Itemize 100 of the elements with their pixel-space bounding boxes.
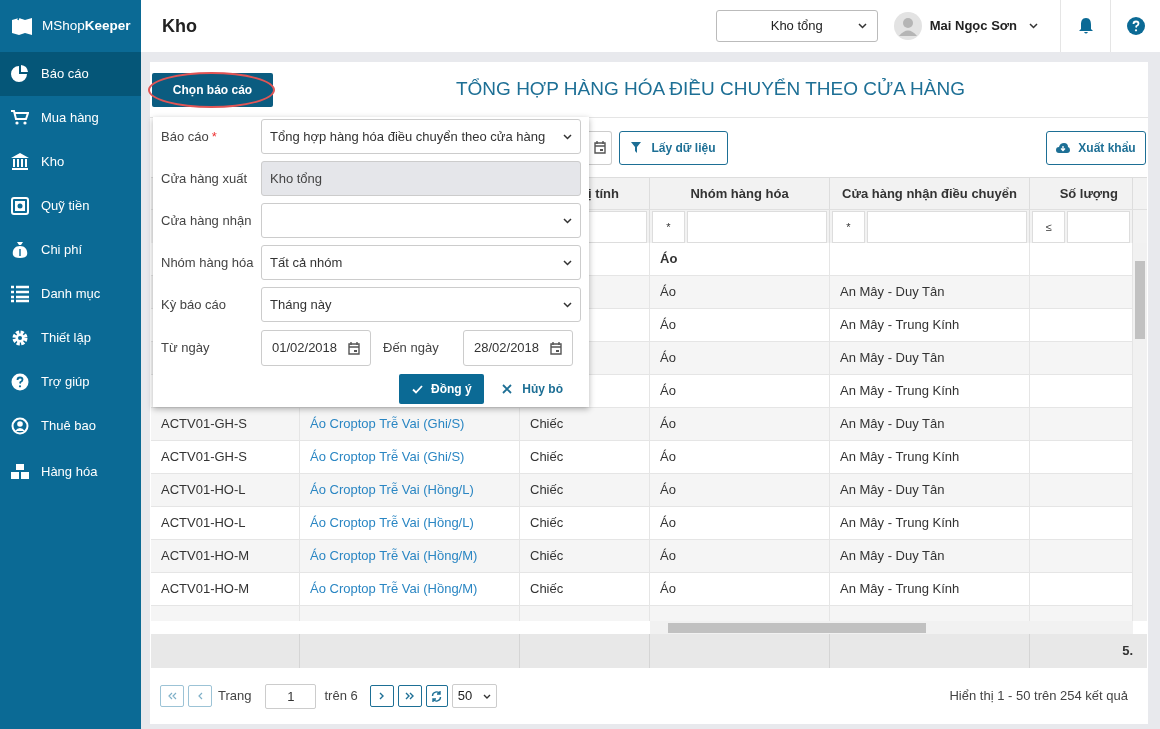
report-title: TỔNG HỢP HÀNG HÓA ĐIỀU CHUYỂN THEO CỬA HÀNG bbox=[455, 77, 966, 102]
filter-operator[interactable]: * bbox=[652, 211, 685, 243]
safe-icon bbox=[11, 197, 29, 215]
first-page-button[interactable] bbox=[160, 685, 184, 707]
table-cell-text: Chiếc bbox=[530, 580, 564, 599]
vertical-scrollbar[interactable] bbox=[1133, 243, 1147, 621]
field-label: Nhóm hàng hóa bbox=[161, 253, 255, 272]
confirm-button[interactable]: Đồng ý bbox=[399, 374, 485, 404]
user-menu[interactable]: Mai Ngọc Sơn bbox=[929, 16, 1038, 36]
table-cell-text: ACTV01-GH-S bbox=[161, 415, 247, 434]
table-cell-text: An Mây - Duy Tân bbox=[840, 415, 945, 434]
notification-bell-icon[interactable] bbox=[1077, 17, 1094, 35]
sidebar-item[interactable]: Trợ giúp bbox=[0, 360, 141, 404]
table-cell-text: Áo bbox=[660, 250, 678, 269]
sidebar-item[interactable]: Mua hàng bbox=[0, 96, 141, 140]
column-header: Cửa hàng nhận điều chuyển bbox=[842, 184, 1017, 203]
avatar-icon bbox=[893, 12, 922, 40]
product-link[interactable]: Áo Croptop Trễ Vai (Hồng/M) bbox=[310, 546, 478, 566]
table-cell-text: ACTV01-GH-S bbox=[161, 448, 247, 467]
table-cell-text: Áo bbox=[660, 547, 676, 566]
table-cell-text: Chiếc bbox=[530, 415, 564, 434]
field-label: Kỳ báo cáo bbox=[161, 295, 228, 314]
table-cell-text: ACTV01-HO-L bbox=[161, 481, 246, 500]
fetch-data-button[interactable]: Lấy dữ liệu bbox=[619, 130, 728, 165]
table-cell-text: Áo bbox=[660, 316, 676, 335]
select-dropdown[interactable]: Tháng này bbox=[261, 287, 581, 322]
settings-icon bbox=[11, 329, 29, 347]
sidebar-item[interactable]: Thuê bao bbox=[0, 404, 141, 448]
table-cell-text: Chiếc bbox=[530, 481, 564, 500]
close-icon bbox=[502, 384, 513, 394]
boxes-icon bbox=[11, 463, 29, 481]
store-dropdown[interactable]: Kho tổng bbox=[715, 10, 878, 42]
cloud-download-icon bbox=[1056, 142, 1071, 153]
cancel-button[interactable]: Hủy bỏ bbox=[502, 374, 563, 404]
refresh-button[interactable] bbox=[425, 685, 448, 707]
double-chevron-right-icon bbox=[405, 692, 415, 700]
help-icon[interactable] bbox=[1126, 17, 1145, 35]
total-cell-text: 5. bbox=[1121, 642, 1133, 661]
table-cell-text: Chiếc bbox=[530, 547, 564, 566]
table-cell-text: An Mây - Duy Tân bbox=[840, 283, 945, 302]
product-link[interactable]: Áo Croptop Trễ Vai (Hồng/L) bbox=[310, 513, 474, 533]
table-cell-text: An Mây - Trung Kính bbox=[840, 580, 960, 599]
sidebar-item[interactable]: Quỹ tiền bbox=[0, 184, 141, 228]
table-cell-text: An Mây - Duy Tân bbox=[840, 349, 945, 368]
table-cell-text: Áo bbox=[660, 580, 676, 599]
column-header: Nhóm hàng hóa bbox=[690, 184, 789, 203]
app-logo-text: MShopKeeper bbox=[42, 16, 131, 35]
field-label: Cửa hàng xuất bbox=[161, 169, 249, 188]
product-link[interactable]: Áo Croptop Trễ Vai (Ghi/S) bbox=[310, 414, 465, 434]
page-label: Trang bbox=[218, 687, 252, 706]
product-link[interactable]: Áo Croptop Trễ Vai (Hồng/M) bbox=[310, 579, 478, 599]
double-chevron-left-icon bbox=[167, 692, 177, 700]
field-label: Đến ngày bbox=[383, 339, 440, 358]
chevron-down-icon bbox=[857, 23, 867, 29]
sidebar-item[interactable]: Báo cáo bbox=[0, 52, 141, 96]
horizontal-scrollbar[interactable] bbox=[650, 621, 1133, 634]
page-number-field[interactable]: 1 bbox=[265, 683, 317, 709]
check-icon bbox=[412, 384, 423, 394]
sidebar-item[interactable]: Danh mục bbox=[0, 272, 141, 316]
refresh-icon bbox=[431, 690, 443, 702]
previous-page-button[interactable] bbox=[188, 685, 212, 707]
choose-report-button[interactable]: Chọn báo cáo bbox=[152, 72, 273, 107]
calendar-icon bbox=[348, 341, 360, 355]
export-button[interactable]: Xuất khẩu bbox=[1046, 130, 1146, 165]
page-title: Kho bbox=[162, 14, 197, 38]
filter-icon bbox=[631, 142, 642, 153]
table-cell-text: An Mây - Trung Kính bbox=[840, 316, 960, 335]
select-dropdown[interactable] bbox=[261, 203, 581, 238]
date-field[interactable]: 01/02/2018 bbox=[261, 330, 371, 366]
pie-chart-icon bbox=[11, 65, 29, 83]
table-cell-text: Áo bbox=[660, 349, 676, 368]
filter-operator[interactable]: * bbox=[832, 211, 865, 243]
next-page-button[interactable] bbox=[369, 685, 394, 707]
last-page-button[interactable] bbox=[397, 685, 422, 707]
table-cell-text: ACTV01-HO-L bbox=[161, 514, 246, 533]
filter-field[interactable] bbox=[867, 211, 1027, 243]
date-field[interactable]: 28/02/2018 bbox=[463, 330, 573, 366]
product-link[interactable]: Áo Croptop Trễ Vai (Hồng/L) bbox=[310, 480, 474, 500]
field-label: Cửa hàng nhận bbox=[161, 211, 253, 230]
filter-field[interactable] bbox=[1067, 211, 1130, 243]
chevron-down-icon bbox=[482, 693, 491, 699]
product-link[interactable]: Áo Croptop Trễ Vai (Ghi/S) bbox=[310, 447, 465, 467]
calendar-icon bbox=[550, 341, 562, 355]
sidebar-item[interactable]: Thiết lập bbox=[0, 316, 141, 360]
sidebar-item[interactable]: Chi phí bbox=[0, 228, 141, 272]
chevron-down-icon bbox=[563, 133, 572, 140]
page-size-dropdown[interactable]: 50 bbox=[451, 684, 497, 708]
field-label: Từ ngày bbox=[161, 339, 211, 358]
filter-operator[interactable]: ≤ bbox=[1032, 211, 1065, 243]
table-cell-text: An Mây - Duy Tân bbox=[840, 547, 945, 566]
chevron-down-icon bbox=[563, 301, 572, 308]
table-cell-text: Áo bbox=[660, 415, 676, 434]
sidebar-item[interactable]: Hàng hóa bbox=[0, 450, 141, 494]
sidebar-item[interactable]: Kho bbox=[0, 140, 141, 184]
select-dropdown[interactable]: Tổng hợp hàng hóa điều chuyển theo cửa hàng bbox=[261, 119, 581, 154]
money-bag-icon bbox=[11, 241, 29, 259]
select-dropdown[interactable]: Tất cả nhóm bbox=[261, 245, 581, 280]
filter-field[interactable] bbox=[687, 211, 827, 243]
table-cell-text: An Mây - Trung Kính bbox=[840, 448, 960, 467]
help-icon bbox=[11, 373, 29, 391]
